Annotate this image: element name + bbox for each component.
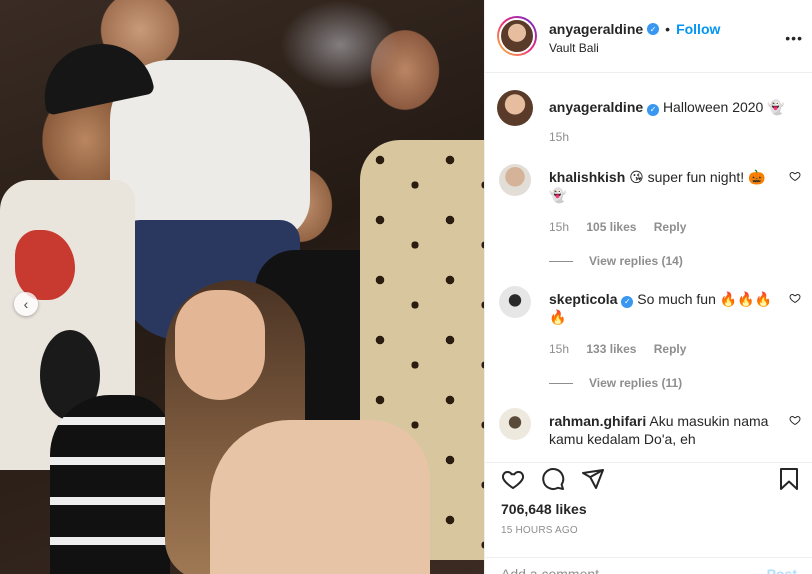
caption-text: Halloween 2020 👻 (662, 99, 785, 115)
like-comment-heart-icon[interactable] (789, 170, 801, 182)
photo-person-shoulder (210, 420, 430, 574)
commenter-avatar[interactable] (499, 408, 531, 440)
comment-time: 15h (549, 342, 570, 356)
likes-count[interactable]: 706,648 likes (501, 501, 587, 517)
commenter-avatar[interactable] (499, 286, 531, 318)
caption-author-avatar[interactable] (497, 90, 533, 126)
verified-badge-icon: ✓ (647, 23, 660, 35)
add-comment-bar: Post (485, 557, 812, 574)
view-replies-label[interactable]: View replies (11) (589, 376, 682, 390)
commenter-username[interactable]: khalishkish (549, 169, 625, 185)
share-paper-plane-icon[interactable] (581, 467, 605, 491)
replies-divider (549, 382, 573, 384)
post-header: anyageraldine ✓ • Follow Vault Bali ••• (485, 0, 812, 73)
photo-person-face (175, 290, 265, 400)
verified-badge-icon: ✓ (621, 296, 634, 308)
replies-divider (549, 260, 573, 262)
like-heart-icon[interactable] (501, 467, 525, 491)
comment-meta: 15h 133 likes Reply (549, 342, 700, 356)
reply-button[interactable]: Reply (654, 220, 687, 234)
comments-list[interactable]: anyageraldine ✓ Halloween 2020 👻 15h kha… (485, 74, 812, 462)
like-comment-heart-icon[interactable] (789, 292, 801, 304)
ceiling-light (280, 0, 400, 90)
comment-meta: 15h 105 likes Reply (549, 220, 700, 234)
follow-button[interactable]: Follow (676, 21, 720, 37)
separator-dot: • (665, 21, 671, 37)
more-options-icon[interactable]: ••• (785, 30, 803, 46)
comment-time: 15h (549, 220, 570, 234)
post-comment-button[interactable]: Post (767, 566, 797, 574)
comment-bubble-icon[interactable] (541, 467, 565, 491)
caption-meta: 15h (549, 130, 583, 144)
caption-username[interactable]: anyageraldine (549, 99, 643, 115)
chevron-left-icon: ‹ (23, 296, 29, 312)
photo-striped-sock (50, 395, 170, 574)
view-replies-label[interactable]: View replies (14) (589, 254, 683, 268)
location-link[interactable]: Vault Bali (549, 41, 599, 55)
comment-likes[interactable]: 133 likes (586, 342, 636, 356)
view-replies-button[interactable]: View replies (14) (549, 254, 683, 268)
post-side-panel: anyageraldine ✓ • Follow Vault Bali ••• … (484, 0, 812, 574)
previous-image-button[interactable]: ‹ (14, 292, 38, 316)
like-comment-heart-icon[interactable] (789, 414, 801, 426)
view-replies-button[interactable]: View replies (11) (549, 376, 682, 390)
comment-likes[interactable]: 105 likes (586, 220, 636, 234)
post-photo[interactable]: ‹ (0, 0, 484, 574)
post-actions: 706,648 likes 15 HOURS AGO Post (485, 462, 812, 574)
author-avatar[interactable] (497, 16, 537, 56)
comment-input[interactable] (501, 566, 731, 574)
reply-button[interactable]: Reply (654, 342, 687, 356)
save-bookmark-icon[interactable] (777, 467, 801, 491)
commenter-username[interactable]: rahman.ghifari (549, 413, 646, 429)
author-username[interactable]: anyageraldine (549, 21, 643, 37)
post-timestamp[interactable]: 15 HOURS AGO (501, 525, 578, 536)
author-line: anyageraldine ✓ • Follow (549, 21, 720, 37)
caption-time: 15h (549, 130, 570, 144)
commenter-avatar[interactable] (499, 164, 531, 196)
verified-badge-icon: ✓ (647, 104, 660, 116)
commenter-username[interactable]: skepticola (549, 291, 617, 307)
